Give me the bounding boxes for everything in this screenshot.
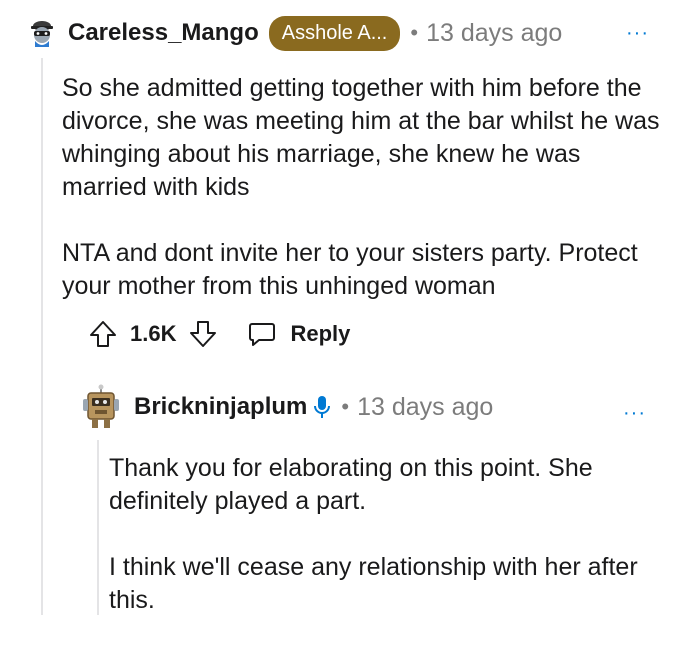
thread-line-child[interactable] xyxy=(97,440,99,615)
comment-timestamp[interactable]: 13 days ago xyxy=(357,393,493,422)
vote-score: 1.6K xyxy=(130,321,177,346)
comment-header: Brickninjaplum • 13 days ago xyxy=(80,384,493,430)
bandit-avatar-icon[interactable] xyxy=(26,17,58,49)
separator-dot: • xyxy=(341,394,350,419)
separator-dot: • xyxy=(410,20,419,45)
comment-paragraph: So she admitted getting together with hi… xyxy=(62,74,660,201)
comment-body: So she admitted getting together with hi… xyxy=(62,72,662,336)
comment-author[interactable]: Brickninjaplum xyxy=(134,393,307,421)
comment-header: Careless_Mango Asshole A... • 13 days ag… xyxy=(26,13,562,53)
thread-line[interactable] xyxy=(41,58,43,615)
user-flair: Asshole A... xyxy=(268,15,401,51)
reply-bubble-icon xyxy=(249,323,276,346)
more-options-icon[interactable]: ··· xyxy=(623,402,646,425)
comment-actions: 1.6K Reply xyxy=(88,316,350,352)
reply-label: Reply xyxy=(290,321,351,346)
downvote-icon[interactable] xyxy=(188,319,218,349)
more-options-icon[interactable]: ··· xyxy=(626,22,649,45)
upvote-icon[interactable] xyxy=(88,319,118,349)
comment-paragraph: I think we'll cease any relationship wit… xyxy=(109,553,638,614)
reply-button[interactable]: Reply xyxy=(248,321,350,347)
comment-author[interactable]: Careless_Mango xyxy=(68,19,259,47)
robot-avatar-icon[interactable] xyxy=(80,384,122,430)
comment-paragraph: NTA and dont invite her to your sisters … xyxy=(62,239,638,300)
microphone-icon xyxy=(314,396,331,418)
comment-timestamp[interactable]: 13 days ago xyxy=(426,19,562,48)
comment-paragraph: Thank you for elaborating on this point.… xyxy=(109,454,593,515)
reply-body: Thank you for elaborating on this point.… xyxy=(109,452,689,650)
